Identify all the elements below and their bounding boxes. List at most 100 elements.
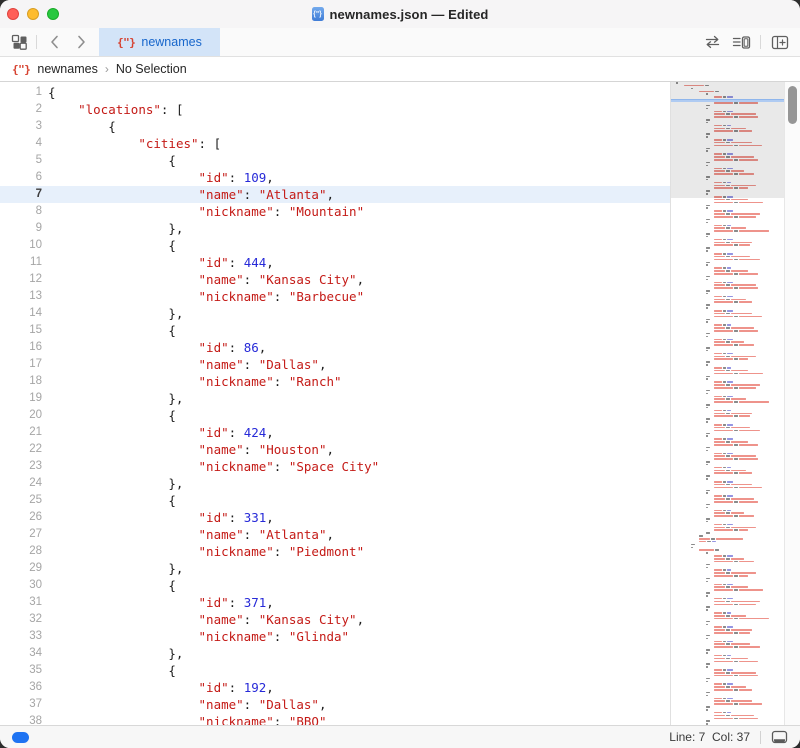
zoom-window-button[interactable] xyxy=(47,8,59,20)
code-line[interactable]: 29 }, xyxy=(0,560,670,577)
code-line[interactable]: 32 "name": "Kansas City", xyxy=(0,611,670,628)
code-text: "nickname": "Ranch" xyxy=(44,373,670,390)
code-line[interactable]: 35 { xyxy=(0,662,670,679)
line-number: 36 xyxy=(0,679,44,696)
add-editor-icon[interactable] xyxy=(770,31,790,53)
code-line[interactable]: 1{ xyxy=(0,84,670,101)
code-line[interactable]: 33 "nickname": "Glinda" xyxy=(0,628,670,645)
code-line[interactable]: 37 "name": "Dallas", xyxy=(0,696,670,713)
code-text: "id": 109, xyxy=(44,169,670,186)
scrollbar-track[interactable] xyxy=(784,82,800,725)
line-number: 12 xyxy=(0,271,44,288)
close-window-button[interactable] xyxy=(7,8,19,20)
code-line[interactable]: 28 "nickname": "Piedmont" xyxy=(0,543,670,560)
code-text: }, xyxy=(44,645,670,662)
code-line[interactable]: 8 "nickname": "Mountain" xyxy=(0,203,670,220)
code-line[interactable]: 27 "name": "Atlanta", xyxy=(0,526,670,543)
editor-options-icon[interactable] xyxy=(731,31,751,53)
window-title: newnames.json — Edited xyxy=(330,7,489,22)
line-number: 28 xyxy=(0,543,44,560)
code-line[interactable]: 9 }, xyxy=(0,220,670,237)
line-number: 20 xyxy=(0,407,44,424)
code-line[interactable]: 3 { xyxy=(0,118,670,135)
code-text: "nickname": "Mountain" xyxy=(44,203,670,220)
code-line[interactable]: 36 "id": 192, xyxy=(0,679,670,696)
code-text: }, xyxy=(44,305,670,322)
code-line[interactable]: 30 { xyxy=(0,577,670,594)
xcode-window: {"} newnames.json — Edited xyxy=(0,0,800,748)
scrollbar-thumb[interactable] xyxy=(788,86,797,124)
code-text: { xyxy=(44,492,670,509)
code-line[interactable]: 17 "name": "Dallas", xyxy=(0,356,670,373)
code-line[interactable]: 6 "id": 109, xyxy=(0,169,670,186)
minimap[interactable] xyxy=(671,82,784,725)
code-line[interactable]: 10 { xyxy=(0,237,670,254)
code-text: }, xyxy=(44,390,670,407)
line-number: 2 xyxy=(0,101,44,118)
code-line[interactable]: 21 "id": 424, xyxy=(0,424,670,441)
line-number: 37 xyxy=(0,696,44,713)
tab-label: newnames xyxy=(141,35,201,49)
line-number: 17 xyxy=(0,356,44,373)
line-number: 27 xyxy=(0,526,44,543)
json-file-icon: {"} xyxy=(12,63,30,76)
line-number: 24 xyxy=(0,475,44,492)
line-number: 38 xyxy=(0,713,44,725)
line-number: 29 xyxy=(0,560,44,577)
line-number: 21 xyxy=(0,424,44,441)
line-number: 13 xyxy=(0,288,44,305)
code-line[interactable]: 2 "locations": [ xyxy=(0,101,670,118)
go-forward-icon[interactable] xyxy=(71,31,91,53)
line-number: 9 xyxy=(0,220,44,237)
line-number: 11 xyxy=(0,254,44,271)
status-blue-indicator[interactable] xyxy=(12,732,29,743)
code-text: "name": "Atlanta", xyxy=(44,186,670,203)
json-file-icon: {"} xyxy=(117,36,135,49)
tab-overview-icon[interactable] xyxy=(9,31,29,53)
go-back-icon[interactable] xyxy=(44,31,64,53)
line-number: 8 xyxy=(0,203,44,220)
code-text: "name": "Dallas", xyxy=(44,696,670,713)
toolbar-separator xyxy=(36,35,37,49)
code-line[interactable]: 20 { xyxy=(0,407,670,424)
code-line[interactable]: 14 }, xyxy=(0,305,670,322)
code-line[interactable]: 16 "id": 86, xyxy=(0,339,670,356)
code-line[interactable]: 24 }, xyxy=(0,475,670,492)
minimize-window-button[interactable] xyxy=(27,8,39,20)
line-number: 4 xyxy=(0,135,44,152)
code-line[interactable]: 11 "id": 444, xyxy=(0,254,670,271)
code-text: "id": 331, xyxy=(44,509,670,526)
code-text: { xyxy=(44,152,670,169)
code-line[interactable]: 19 }, xyxy=(0,390,670,407)
line-number: 1 xyxy=(0,84,44,101)
code-text: "name": "Houston", xyxy=(44,441,670,458)
code-line[interactable]: 22 "name": "Houston", xyxy=(0,441,670,458)
line-number: 19 xyxy=(0,390,44,407)
code-line[interactable]: 18 "nickname": "Ranch" xyxy=(0,373,670,390)
breadcrumb-file[interactable]: newnames xyxy=(37,62,97,76)
code-line[interactable]: 4 "cities": [ xyxy=(0,135,670,152)
code-line[interactable]: 15 { xyxy=(0,322,670,339)
related-items-icon[interactable] xyxy=(702,31,722,53)
code-lines: 1{2 "locations": [3 {4 "cities": [5 {6 "… xyxy=(0,84,670,725)
code-line[interactable]: 34 }, xyxy=(0,645,670,662)
line-number: 32 xyxy=(0,611,44,628)
code-line[interactable]: 13 "nickname": "Barbecue" xyxy=(0,288,670,305)
code-editor[interactable]: 1{2 "locations": [3 {4 "cities": [5 {6 "… xyxy=(0,82,670,725)
code-text: "id": 86, xyxy=(44,339,670,356)
tab-newnames[interactable]: {"} newnames xyxy=(99,28,220,56)
code-line[interactable]: 26 "id": 331, xyxy=(0,509,670,526)
code-line[interactable]: 23 "nickname": "Space City" xyxy=(0,458,670,475)
breadcrumb-selection[interactable]: No Selection xyxy=(116,62,187,76)
hide-bottom-bar-icon[interactable] xyxy=(771,730,788,744)
code-line[interactable]: 12 "name": "Kansas City", xyxy=(0,271,670,288)
code-text: { xyxy=(44,118,670,135)
document-proxy-icon[interactable]: {"} xyxy=(312,7,324,21)
code-line[interactable]: 25 { xyxy=(0,492,670,509)
code-line[interactable]: 7 "name": "Atlanta", xyxy=(0,186,670,203)
code-line[interactable]: 31 "id": 371, xyxy=(0,594,670,611)
code-line[interactable]: 38 "nickname": "BBQ" xyxy=(0,713,670,725)
code-line[interactable]: 5 { xyxy=(0,152,670,169)
line-number: 26 xyxy=(0,509,44,526)
window-controls xyxy=(7,8,59,20)
